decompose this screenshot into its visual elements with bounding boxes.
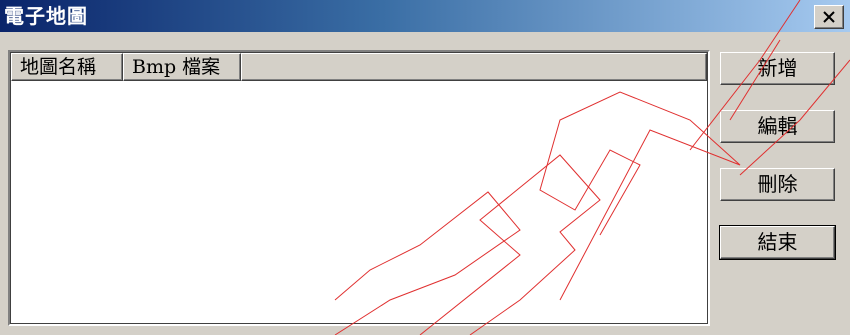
list-body[interactable] xyxy=(11,81,707,323)
electronic-map-dialog: 電子地圖 地圖名稱 Bmp 檔案 新增 編輯 刪除 結束 xyxy=(0,0,850,335)
column-header-filler xyxy=(241,53,707,81)
close-button[interactable] xyxy=(814,5,844,29)
edit-button[interactable]: 編輯 xyxy=(720,110,835,143)
map-list-view[interactable]: 地圖名稱 Bmp 檔案 xyxy=(8,50,710,326)
column-header-map-name[interactable]: 地圖名稱 xyxy=(11,53,123,81)
window-title: 電子地圖 xyxy=(4,4,88,28)
list-header: 地圖名稱 Bmp 檔案 xyxy=(11,53,707,81)
add-button[interactable]: 新增 xyxy=(720,52,835,85)
delete-button[interactable]: 刪除 xyxy=(720,168,835,201)
end-button[interactable]: 結束 xyxy=(719,225,836,260)
close-icon xyxy=(823,11,835,23)
title-bar: 電子地圖 xyxy=(0,0,850,32)
column-header-bmp-file[interactable]: Bmp 檔案 xyxy=(123,53,241,81)
